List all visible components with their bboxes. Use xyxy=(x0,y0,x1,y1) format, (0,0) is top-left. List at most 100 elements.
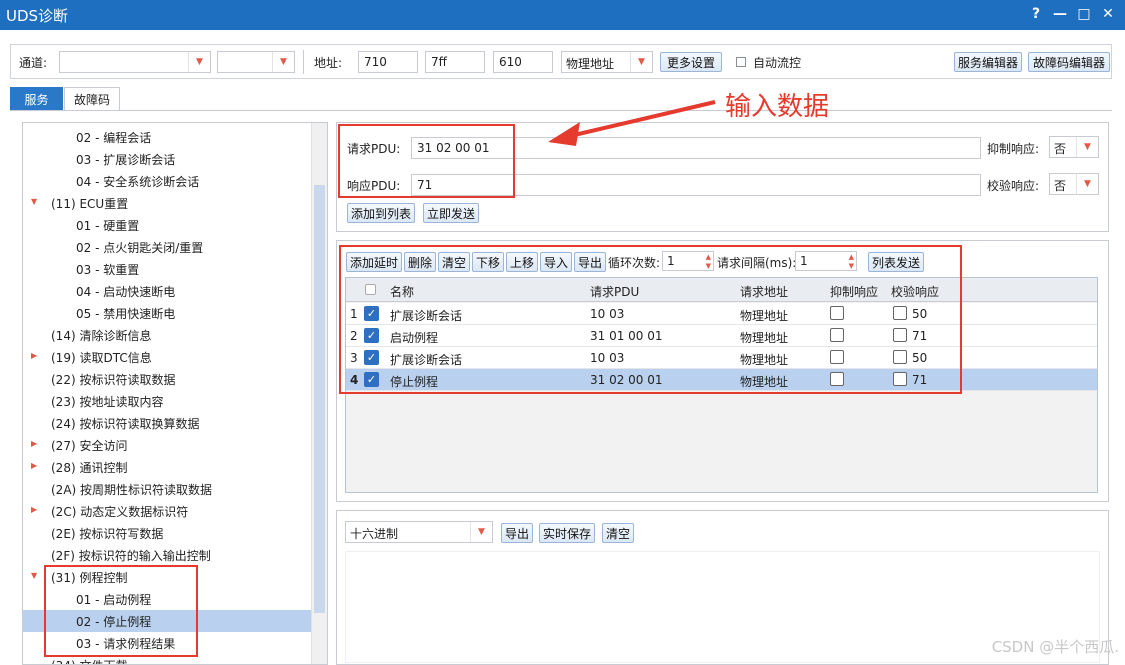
service-editor-button[interactable]: 服务编辑器 xyxy=(954,52,1022,72)
tree-node-subfunction[interactable]: 01 - 硬重置 xyxy=(23,214,313,236)
request-address-input[interactable]: 710 xyxy=(358,51,418,73)
delete-button[interactable]: 删除 xyxy=(404,252,436,272)
output-export-button[interactable]: 导出 xyxy=(501,523,533,543)
add-to-list-button[interactable]: 添加到列表 xyxy=(347,203,415,223)
tree-node-service[interactable]: ▼ (11) ECU重置 xyxy=(23,192,313,214)
loop-count-value: 1 xyxy=(667,254,675,268)
row-enabled-checkbox[interactable]: ✓ xyxy=(364,328,379,343)
tree-node-subfunction[interactable]: 02 - 点火钥匙关闭/重置 xyxy=(23,236,313,258)
expand-right-icon[interactable]: ▶ xyxy=(31,461,37,470)
tree-node-service[interactable]: ▶ (2C) 动态定义数据标识符 xyxy=(23,500,313,522)
row-suppress-checkbox[interactable] xyxy=(830,372,844,386)
tree-node-subfunction[interactable]: 05 - 禁用快速断电 xyxy=(23,302,313,324)
row-suppress-checkbox[interactable] xyxy=(830,306,844,320)
close-icon[interactable]: ✕ xyxy=(1099,4,1117,24)
stepper-down-icon[interactable]: ▼ xyxy=(849,262,854,270)
function-address-input[interactable]: 7ff xyxy=(425,51,485,73)
row-verify-checkbox[interactable] xyxy=(893,328,907,342)
channel-select[interactable]: ▼ xyxy=(59,51,211,73)
row-enabled-checkbox[interactable]: ✓ xyxy=(364,350,379,365)
tree-node-service[interactable]: (2E) 按标识符写数据 xyxy=(23,522,313,544)
row-enabled-checkbox[interactable]: ✓ xyxy=(364,306,379,321)
tree-node-service[interactable]: (23) 按地址读取内容 xyxy=(23,390,313,412)
tree-node-service[interactable]: ▼ (31) 例程控制 xyxy=(23,566,313,588)
row-verify-value: 50 xyxy=(912,307,928,321)
add-delay-button[interactable]: 添加延时 xyxy=(346,252,402,272)
tree-node-service[interactable]: ▶ (19) 读取DTC信息 xyxy=(23,346,313,368)
loop-count-stepper[interactable]: 1 ▲ ▼ xyxy=(662,251,714,271)
response-address-input[interactable]: 610 xyxy=(493,51,553,73)
row-enabled-checkbox[interactable]: ✓ xyxy=(364,372,379,387)
expand-down-icon[interactable]: ▼ xyxy=(31,571,37,580)
row-verify-checkbox[interactable] xyxy=(893,372,907,386)
tree-node-subfunction[interactable]: 01 - 启动例程 xyxy=(23,588,313,610)
column-header[interactable]: 请求PDU xyxy=(590,283,639,300)
output-log-area[interactable] xyxy=(345,551,1100,663)
row-suppress-checkbox[interactable] xyxy=(830,328,844,342)
row-verify-checkbox[interactable] xyxy=(893,306,907,320)
send-now-button[interactable]: 立即发送 xyxy=(423,203,479,223)
scrollbar-thumb[interactable] xyxy=(314,185,325,613)
tree-node-subfunction[interactable]: 02 - 停止例程 xyxy=(23,610,313,632)
table-row[interactable]: 2 ✓ 启动例程 31 01 00 01 物理地址 71 xyxy=(346,325,1097,347)
tree-node-service[interactable]: (34) 文件下载 xyxy=(23,654,313,665)
expand-down-icon[interactable]: ▼ xyxy=(31,197,37,206)
tree-node-service[interactable]: ▶ (28) 通讯控制 xyxy=(23,456,313,478)
tree-node-service[interactable]: (14) 清除诊断信息 xyxy=(23,324,313,346)
column-header[interactable]: 请求地址 xyxy=(740,283,788,300)
tree-node-service[interactable]: (24) 按标识符读取换算数据 xyxy=(23,412,313,434)
export-button[interactable]: 导出 xyxy=(574,252,606,272)
verify-response-select[interactable]: 否 ▼ xyxy=(1049,173,1099,195)
row-suppress-checkbox[interactable] xyxy=(830,350,844,364)
address-type-select[interactable]: 物理地址 ▼ xyxy=(561,51,653,73)
tree-node-subfunction[interactable]: 03 - 请求例程结果 xyxy=(23,632,313,654)
select-all-checkbox[interactable] xyxy=(365,284,376,295)
expand-right-icon[interactable]: ▶ xyxy=(31,505,37,514)
chevron-down-icon: ▼ xyxy=(1076,174,1098,194)
import-button[interactable]: 导入 xyxy=(540,252,572,272)
column-header[interactable]: 校验响应 xyxy=(891,283,939,300)
stepper-up-icon[interactable]: ▲ xyxy=(706,253,711,261)
tree-node-subfunction[interactable]: 03 - 软重置 xyxy=(23,258,313,280)
table-row[interactable]: 4 ✓ 停止例程 31 02 00 01 物理地址 71 xyxy=(346,369,1097,391)
output-format-select[interactable]: 十六进制 ▼ xyxy=(345,521,493,543)
stepper-up-icon[interactable]: ▲ xyxy=(849,253,854,261)
minimize-icon[interactable]: — xyxy=(1051,4,1069,24)
tree-node-subfunction[interactable]: 04 - 启动快速断电 xyxy=(23,280,313,302)
clear-list-button[interactable]: 清空 xyxy=(438,252,470,272)
realtime-save-button[interactable]: 实时保存 xyxy=(539,523,595,543)
suppress-response-select[interactable]: 否 ▼ xyxy=(1049,136,1099,158)
tree-node-subfunction[interactable]: 02 - 编程会话 xyxy=(23,126,313,148)
move-down-button[interactable]: 下移 xyxy=(472,252,504,272)
expand-right-icon[interactable]: ▶ xyxy=(31,439,37,448)
tree-scrollbar[interactable] xyxy=(311,123,327,664)
stepper-down-icon[interactable]: ▼ xyxy=(706,262,711,270)
list-send-button[interactable]: 列表发送 xyxy=(868,252,924,272)
help-icon[interactable]: ? xyxy=(1027,4,1045,24)
output-clear-button[interactable]: 清空 xyxy=(602,523,634,543)
column-header[interactable]: 抑制响应 xyxy=(830,283,878,300)
move-up-button[interactable]: 上移 xyxy=(506,252,538,272)
row-verify-checkbox[interactable] xyxy=(893,350,907,364)
table-row[interactable]: 1 ✓ 扩展诊断会话 10 03 物理地址 50 xyxy=(346,303,1097,325)
row-name: 扩展诊断会话 xyxy=(390,353,463,367)
tab-service[interactable]: 服务 xyxy=(10,87,63,111)
tree-node-label: 02 - 点火钥匙关闭/重置 xyxy=(76,240,204,255)
tree-node-service[interactable]: (2A) 按周期性标识符读取数据 xyxy=(23,478,313,500)
interval-stepper[interactable]: 1 ▲ ▼ xyxy=(795,251,857,271)
auto-flow-checkbox[interactable] xyxy=(736,57,746,67)
table-row[interactable]: 3 ✓ 扩展诊断会话 10 03 物理地址 50 xyxy=(346,347,1097,369)
channel-sub-select[interactable]: ▼ xyxy=(217,51,295,73)
tree-node-service[interactable]: (22) 按标识符读取数据 xyxy=(23,368,313,390)
tree-node-service[interactable]: (2F) 按标识符的输入输出控制 xyxy=(23,544,313,566)
tree-node-subfunction[interactable]: 04 - 安全系统诊断会话 xyxy=(23,170,313,192)
tree-node-service[interactable]: ▶ (27) 安全访问 xyxy=(23,434,313,456)
dtc-editor-button[interactable]: 故障码编辑器 xyxy=(1028,52,1110,72)
more-settings-button[interactable]: 更多设置 xyxy=(660,52,722,72)
expand-right-icon[interactable]: ▶ xyxy=(31,351,37,360)
response-pdu-input[interactable]: 71 xyxy=(411,174,981,196)
tree-node-subfunction[interactable]: 03 - 扩展诊断会话 xyxy=(23,148,313,170)
column-header[interactable]: 名称 xyxy=(390,283,414,300)
maximize-icon[interactable]: □ xyxy=(1075,4,1093,24)
tab-dtc[interactable]: 故障码 xyxy=(64,87,120,111)
